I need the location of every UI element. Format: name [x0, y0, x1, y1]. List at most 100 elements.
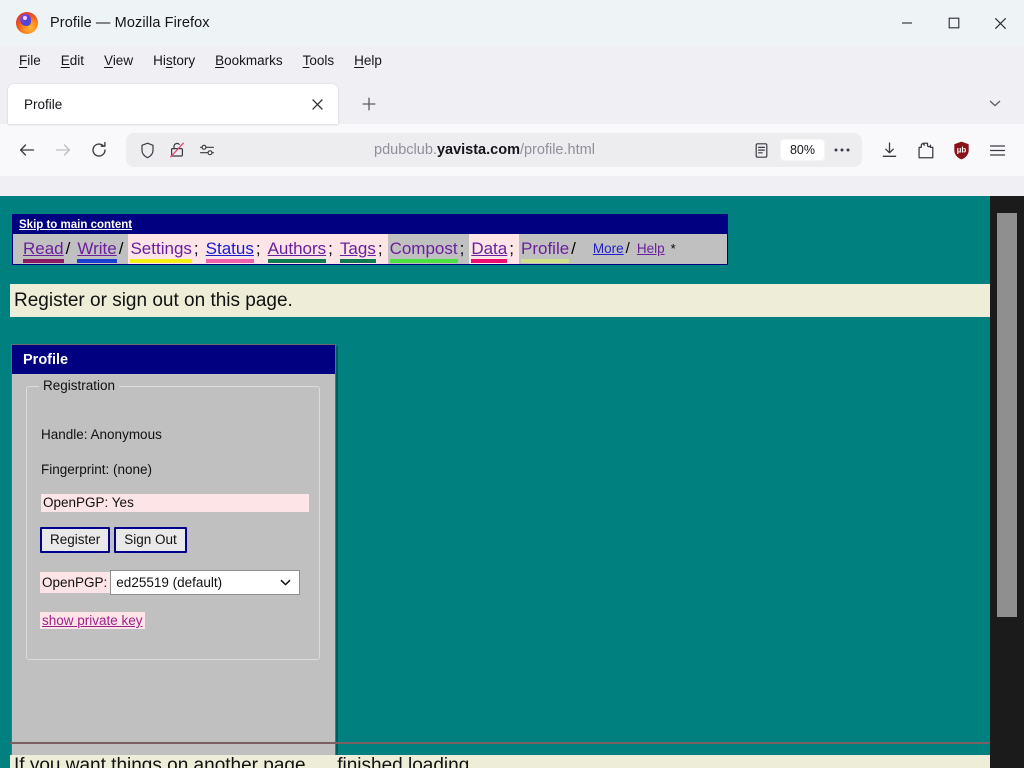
profile-panel-title: Profile: [23, 351, 69, 368]
nav-link-more[interactable]: More: [591, 234, 626, 264]
menu-tools[interactable]: Tools: [294, 50, 344, 71]
tab-strip: Profile: [0, 74, 1024, 124]
registration-buttons: Register Sign Out: [40, 527, 187, 553]
openpgp-key-select-value: ed25519 (default): [116, 575, 223, 590]
menu-history[interactable]: History: [144, 50, 204, 71]
profile-panel: Profile Registration Handle: Anonymous F…: [11, 344, 336, 768]
tab-title: Profile: [24, 96, 63, 112]
zoom-level-badge[interactable]: 80%: [779, 139, 825, 161]
menu-bookmarks[interactable]: Bookmarks: [206, 50, 292, 71]
nav-sep-6: ;: [459, 239, 465, 258]
footer-message-bar: If you want things on another page, ... …: [10, 755, 990, 768]
window-controls: [883, 0, 1024, 46]
footer-message: If you want things on another page, ... …: [14, 755, 475, 768]
page-scrollbar-thumb[interactable]: [997, 213, 1017, 617]
nav-sep-5: ;: [377, 239, 383, 258]
show-private-key-link[interactable]: show private key: [40, 612, 145, 629]
profile-panel-titlebar: Profile: [12, 345, 335, 374]
registration-fieldset: Registration Handle: Anonymous Fingerpri…: [26, 378, 320, 660]
maximize-icon[interactable]: [930, 0, 977, 46]
shield-icon[interactable]: [132, 135, 162, 165]
skip-link-bar: Skip to main content: [12, 214, 728, 236]
nav-sep-2: ;: [193, 239, 199, 258]
nav-link-settings[interactable]: Settings: [128, 234, 193, 264]
svg-text:µb: µb: [956, 145, 966, 154]
nav-link-authors-label: Authors: [267, 239, 327, 258]
openpgp-key-select[interactable]: ed25519 (default): [110, 570, 301, 595]
window-title: Profile — Mozilla Firefox: [50, 15, 210, 31]
nav-link-profile[interactable]: Profile: [519, 234, 571, 264]
registration-legend: Registration: [39, 378, 120, 393]
ublock-origin-icon[interactable]: µb: [944, 133, 978, 167]
title-bar: Profile — Mozilla Firefox: [0, 0, 1024, 46]
menu-file[interactable]: File: [10, 50, 50, 71]
reload-icon[interactable]: [82, 133, 116, 167]
nav-link-help-label: Help: [636, 241, 665, 256]
menu-help[interactable]: Help: [345, 50, 391, 71]
nav-star-marker: *: [670, 241, 676, 256]
broken-lock-icon[interactable]: [162, 135, 192, 165]
footer-divider: [10, 742, 990, 744]
page-viewport: Skip to main content Read / Write / Sett…: [0, 196, 1024, 768]
nav-link-tags[interactable]: Tags: [338, 234, 378, 264]
register-button[interactable]: Register: [40, 527, 111, 553]
menu-view[interactable]: View: [95, 50, 142, 71]
ellipsis-icon[interactable]: [828, 136, 856, 164]
nav-link-settings-label: Settings: [130, 239, 192, 258]
url-prefix: pdubclub.: [374, 142, 437, 158]
back-arrow-icon[interactable]: [10, 133, 44, 167]
page-message-bar: Register or sign out on this page.: [10, 284, 990, 317]
navigation-toolbar: pdubclub.yavista.com/profile.html 80% µb: [0, 124, 1024, 176]
forward-arrow-icon: [46, 133, 80, 167]
fingerprint-row: Fingerprint: (none): [41, 462, 153, 477]
url-bar[interactable]: pdubclub.yavista.com/profile.html 80%: [126, 133, 862, 167]
nav-link-read[interactable]: Read: [21, 234, 66, 264]
firefox-logo-icon: [16, 12, 38, 34]
close-tab-icon[interactable]: [304, 91, 330, 117]
tab-profile[interactable]: Profile: [8, 84, 338, 124]
site-navigation: Read / Write / Settings ; Status ; Autho…: [12, 234, 728, 265]
nav-link-status-label: Status: [205, 239, 254, 258]
nav-link-status[interactable]: Status: [204, 234, 256, 264]
nav-sep-1: /: [118, 239, 124, 258]
nav-sep-0: /: [65, 239, 71, 258]
menu-bar: File Edit View History Bookmarks Tools H…: [0, 46, 1024, 74]
hamburger-menu-icon[interactable]: [980, 133, 1014, 167]
minimize-icon[interactable]: [883, 0, 930, 46]
web-page: Skip to main content Read / Write / Sett…: [0, 196, 990, 768]
openpgp-status-row: OpenPGP: Yes: [41, 494, 309, 512]
nav-link-write-label: Write: [77, 239, 117, 258]
skip-to-main-content-link[interactable]: Skip to main content: [19, 215, 132, 235]
handle-row: Handle: Anonymous: [41, 427, 162, 442]
page-scrollbar-track[interactable]: [990, 196, 1024, 768]
site-settings-icon[interactable]: [192, 135, 222, 165]
menu-edit[interactable]: Edit: [52, 50, 93, 71]
nav-link-read-label: Read: [23, 239, 64, 258]
sign-out-button[interactable]: Sign Out: [114, 527, 187, 553]
url-text[interactable]: pdubclub.yavista.com/profile.html: [222, 142, 747, 158]
nav-sep-7: ;: [509, 239, 514, 258]
nav-link-data-label: Data: [471, 239, 508, 258]
close-icon[interactable]: [977, 0, 1024, 46]
url-suffix: /profile.html: [519, 142, 595, 158]
new-tab-button[interactable]: [352, 87, 386, 121]
reader-view-icon[interactable]: [747, 135, 777, 165]
nav-link-write[interactable]: Write: [75, 234, 118, 264]
nav-link-compost-label: Compost: [389, 239, 458, 258]
nav-link-compost[interactable]: Compost: [388, 234, 460, 264]
nav-link-data[interactable]: Data: [469, 234, 509, 264]
nav-link-authors[interactable]: Authors: [266, 234, 329, 264]
nav-sep-4: ;: [328, 239, 333, 258]
chevron-down-icon: [279, 576, 292, 592]
page-message: Register or sign out on this page.: [14, 289, 293, 311]
nav-sep-8: /: [571, 239, 576, 258]
list-all-tabs-icon[interactable]: [980, 88, 1010, 118]
extensions-icon[interactable]: [908, 133, 942, 167]
nav-sep-more: /: [625, 240, 630, 257]
openpgp-select-label: OpenPGP:: [40, 572, 111, 593]
nav-link-more-label: More: [592, 241, 624, 256]
nav-link-profile-label: Profile: [520, 239, 570, 258]
nav-link-tags-label: Tags: [339, 239, 376, 258]
nav-link-help[interactable]: Help: [635, 234, 667, 264]
download-icon[interactable]: [872, 133, 906, 167]
